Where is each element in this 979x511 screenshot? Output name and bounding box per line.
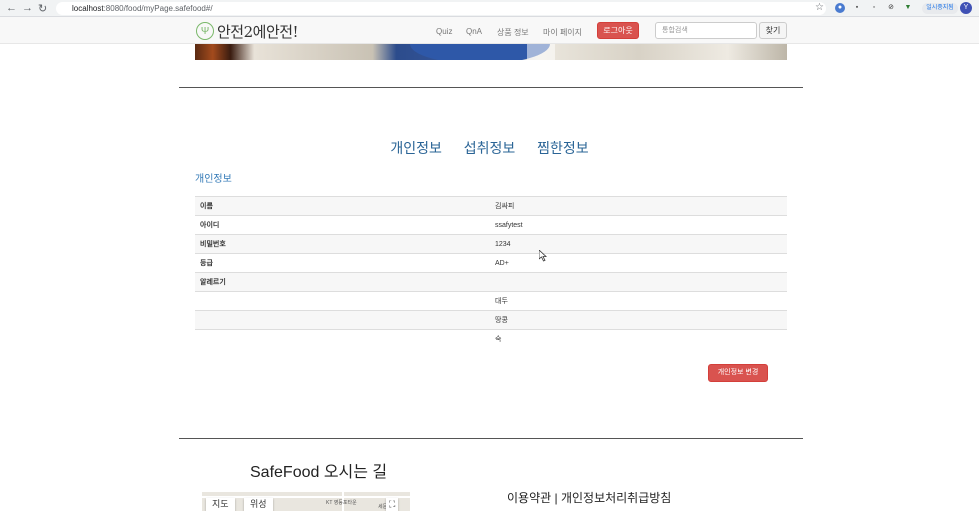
row-value [490,272,787,292]
back-icon[interactable]: ← [6,2,17,14]
vue-devtools-icon[interactable]: ▼ [903,3,913,13]
row-label [195,329,490,349]
terms-links[interactable]: 이용약관 | 개인정보처리취급방침 [507,489,671,506]
table-row: 땅콩 [195,310,787,330]
row-label [195,310,490,330]
block-icon[interactable]: ⊘ [886,3,896,13]
map-tab-satellite[interactable]: 위성 [244,498,273,511]
divider [179,87,803,88]
table-row: 아이디 ssafytest [195,215,787,235]
section-title: 개인정보 [195,174,232,185]
row-value: 김싸피 [490,196,787,216]
mypage-tabs: 개인정보 섭취정보 찜한정보 [0,138,979,158]
tab-intake-info[interactable]: 섭취정보 [464,140,516,156]
search-input[interactable]: 통합검색 [655,22,757,39]
row-label: 알레르기 [195,272,490,292]
paused-badge[interactable]: 일시중지됨 [922,3,958,14]
edit-profile-button[interactable]: 개인정보 변경 [708,364,768,382]
fork-icon: Ψ [196,22,214,40]
address-bar[interactable]: localhost:8080/food/myPage.safefood#/ [56,2,826,15]
tab-personal-info[interactable]: 개인정보 [390,140,442,156]
row-label: 아이디 [195,215,490,235]
fullscreen-icon[interactable]: ⛶ [386,498,399,511]
extension-icon[interactable]: ● [835,3,845,13]
forward-icon[interactable]: → [22,2,33,14]
allergy-item: 대두 [490,291,787,311]
banner-image [195,44,787,60]
row-value: AD+ [490,253,787,273]
map-place-label: KT 영등포타운 [326,500,357,506]
logo-text: 안전2에안전! [217,22,299,41]
extension-icon[interactable]: ▪ [852,3,862,13]
url-host: localhost [72,4,104,13]
logout-button[interactable]: 로그아웃 [597,22,639,39]
row-value: 1234 [490,234,787,254]
table-row: 숙 [195,329,787,349]
search-button[interactable]: 찾기 [759,22,787,39]
table-row: 비밀번호 1234 [195,234,787,254]
reload-icon[interactable]: ↻ [38,2,47,15]
table-row: 등급 AD+ [195,253,787,273]
table-row: 이름 김싸피 [195,196,787,216]
location-map[interactable]: KT 영등포타운 세문동 지도 위성 ⛶ [202,492,410,511]
divider [179,438,803,439]
table-row: 알레르기 [195,272,787,292]
allergy-item: 숙 [490,329,787,349]
url-path: :8080/food/myPage.safefood#/ [103,4,213,13]
site-navbar [0,17,979,44]
nav-quiz[interactable]: Quiz [436,27,452,36]
allergy-item: 땅콩 [490,310,787,330]
row-label: 등급 [195,253,490,273]
row-label: 이름 [195,196,490,216]
map-title: SafeFood 오시는 길 [250,464,388,481]
row-label [195,291,490,311]
nav-my-page[interactable]: 마이 페이지 [543,27,582,38]
extension-icon[interactable]: ▫ [869,3,879,13]
mouse-cursor-icon [539,250,548,262]
profile-avatar[interactable]: Y [960,2,972,14]
table-row: 대두 [195,291,787,311]
bookmark-star-icon[interactable]: ☆ [815,2,824,13]
row-label: 비밀번호 [195,234,490,254]
nav-qna[interactable]: QnA [466,27,482,36]
browser-toolbar: ← → ↻ localhost:8080/food/myPage.safefoo… [0,0,979,17]
tab-wishlist-info[interactable]: 찜한정보 [537,140,589,156]
row-value: ssafytest [490,215,787,235]
banner-glass [527,44,555,60]
site-logo[interactable]: Ψ 안전2에안전! [196,21,299,41]
profile-table: 이름 김싸피 아이디 ssafytest 비밀번호 1234 등급 AD+ 알레… [195,196,787,349]
map-tab-map[interactable]: 지도 [206,498,235,511]
nav-product-info[interactable]: 상품 정보 [497,27,529,38]
